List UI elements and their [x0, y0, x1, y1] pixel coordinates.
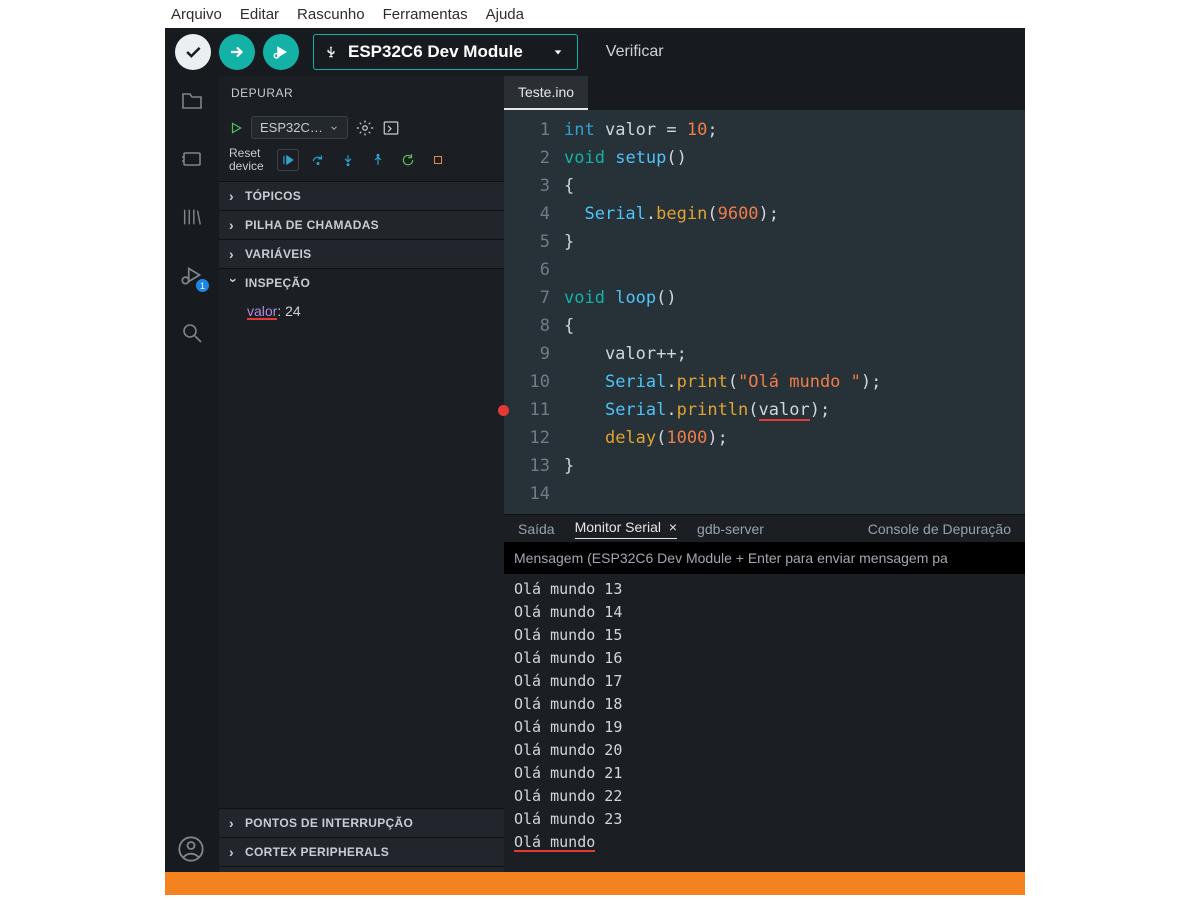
- board-selector[interactable]: ESP32C6 Dev Module: [313, 34, 578, 70]
- start-debug-icon[interactable]: [229, 121, 243, 135]
- breakpoint-icon[interactable]: [498, 405, 509, 416]
- code-line[interactable]: valor++;: [564, 340, 1025, 368]
- verify-button[interactable]: [175, 34, 211, 70]
- upload-button[interactable]: [219, 34, 255, 70]
- code-line[interactable]: int valor = 10;: [564, 116, 1025, 144]
- editor-area: Teste.ino 1234567891011121314int valor =…: [504, 76, 1025, 895]
- explorer-icon[interactable]: [177, 86, 207, 116]
- board-name: ESP32C6 Dev Module: [348, 42, 523, 62]
- serial-output: Olá mundo 13Olá mundo 14Olá mundo 15Olá …: [504, 574, 1025, 858]
- menu-ajuda[interactable]: Ajuda: [486, 6, 524, 23]
- serial-line: Olá mundo 16: [514, 647, 1015, 670]
- section-breakpoints[interactable]: PONTOS DE INTERRUPÇÃO: [219, 808, 504, 837]
- step-into-icon[interactable]: [337, 149, 359, 171]
- search-icon[interactable]: [177, 318, 207, 348]
- watch-row[interactable]: valor: 24: [219, 297, 504, 326]
- action-label: Verificar: [606, 43, 664, 61]
- toolbar: ESP32C6 Dev Module Verificar: [165, 28, 1025, 76]
- activity-bar: 1: [165, 76, 219, 895]
- section-cortex-peripherals[interactable]: CORTEX PERIPHERALS: [219, 837, 504, 866]
- menu-rascunho[interactable]: Rascunho: [297, 6, 365, 23]
- code-line[interactable]: }: [564, 452, 1025, 480]
- watch-name: valor: [247, 304, 277, 320]
- panel-gdb-server[interactable]: gdb-server: [697, 521, 764, 537]
- debug-config-label: ESP32C…: [260, 120, 323, 135]
- code-editor[interactable]: 1234567891011121314int valor = 10;void s…: [504, 110, 1025, 514]
- code-line[interactable]: Serial.println(valor);: [564, 396, 1025, 424]
- boards-icon[interactable]: [177, 144, 207, 174]
- editor-tab[interactable]: Teste.ino: [504, 76, 588, 110]
- debug-panel: DEPURAR ESP32C… Reset device TÓPICOS PIL…: [219, 76, 504, 895]
- profile-icon[interactable]: [177, 835, 207, 865]
- menu-arquivo[interactable]: Arquivo: [171, 6, 222, 23]
- debug-console-icon[interactable]: [382, 119, 400, 137]
- serial-line: Olá mundo 23: [514, 808, 1015, 831]
- step-over-icon[interactable]: [307, 149, 329, 171]
- code-line[interactable]: delay(1000);: [564, 424, 1025, 452]
- section-variables[interactable]: VARIÁVEIS: [219, 239, 504, 268]
- menu-ferramentas[interactable]: Ferramentas: [383, 6, 468, 23]
- code-line[interactable]: [564, 256, 1025, 284]
- step-out-icon[interactable]: [367, 149, 389, 171]
- serial-line: Olá mundo 22: [514, 785, 1015, 808]
- panel-output[interactable]: Saída: [518, 521, 555, 537]
- code-line[interactable]: [564, 480, 1025, 508]
- code-line[interactable]: void setup(): [564, 144, 1025, 172]
- serial-line: Olá mundo 14: [514, 601, 1015, 624]
- serial-line: Olá mundo 17: [514, 670, 1015, 693]
- panel-debug-console[interactable]: Console de Depuração: [868, 521, 1011, 537]
- reset-device-label: Reset device: [229, 147, 269, 173]
- serial-line: Olá mundo 20: [514, 739, 1015, 762]
- serial-line: Olá mundo 21: [514, 762, 1015, 785]
- menu-editar[interactable]: Editar: [240, 6, 279, 23]
- usb-icon: [324, 42, 338, 62]
- watch-value: 24: [285, 303, 301, 319]
- serial-input[interactable]: Mensagem (ESP32C6 Dev Module + Enter par…: [504, 542, 1025, 574]
- serial-line: Olá mundo 18: [514, 693, 1015, 716]
- code-line[interactable]: Serial.print("Olá mundo ");: [564, 368, 1025, 396]
- section-topics[interactable]: TÓPICOS: [219, 181, 504, 210]
- chevron-down-icon: [553, 47, 563, 57]
- code-line[interactable]: {: [564, 172, 1025, 200]
- code-line[interactable]: void loop(): [564, 284, 1025, 312]
- close-icon[interactable]: ×: [665, 519, 677, 535]
- continue-icon[interactable]: [277, 149, 299, 171]
- section-callstack[interactable]: PILHA DE CHAMADAS: [219, 210, 504, 239]
- editor-tabbar: Teste.ino: [504, 76, 1025, 110]
- debug-activity-icon[interactable]: 1: [177, 260, 207, 290]
- bottom-panel-tabs: Saída Monitor Serial × gdb-server Consol…: [504, 514, 1025, 542]
- library-icon[interactable]: [177, 202, 207, 232]
- section-watch[interactable]: INSPEÇÃO: [219, 268, 504, 297]
- serial-line: Olá mundo: [514, 831, 1015, 854]
- serial-line: Olá mundo 19: [514, 716, 1015, 739]
- statusbar: [165, 872, 1025, 895]
- serial-line: Olá mundo 13: [514, 578, 1015, 601]
- debug-title: DEPURAR: [219, 76, 504, 110]
- menubar: Arquivo Editar Rascunho Ferramentas Ajud…: [165, 0, 1025, 28]
- debug-badge: 1: [196, 279, 209, 292]
- chevron-down-icon: [329, 123, 339, 133]
- restart-icon[interactable]: [397, 149, 419, 171]
- gear-icon[interactable]: [356, 119, 374, 137]
- serial-line: Olá mundo 15: [514, 624, 1015, 647]
- panel-serial-monitor[interactable]: Monitor Serial ×: [575, 519, 677, 539]
- debug-config-dropdown[interactable]: ESP32C…: [251, 116, 348, 139]
- code-line[interactable]: }: [564, 228, 1025, 256]
- code-line[interactable]: Serial.begin(9600);: [564, 200, 1025, 228]
- code-line[interactable]: {: [564, 312, 1025, 340]
- debug-button[interactable]: [263, 34, 299, 70]
- stop-icon[interactable]: [427, 149, 449, 171]
